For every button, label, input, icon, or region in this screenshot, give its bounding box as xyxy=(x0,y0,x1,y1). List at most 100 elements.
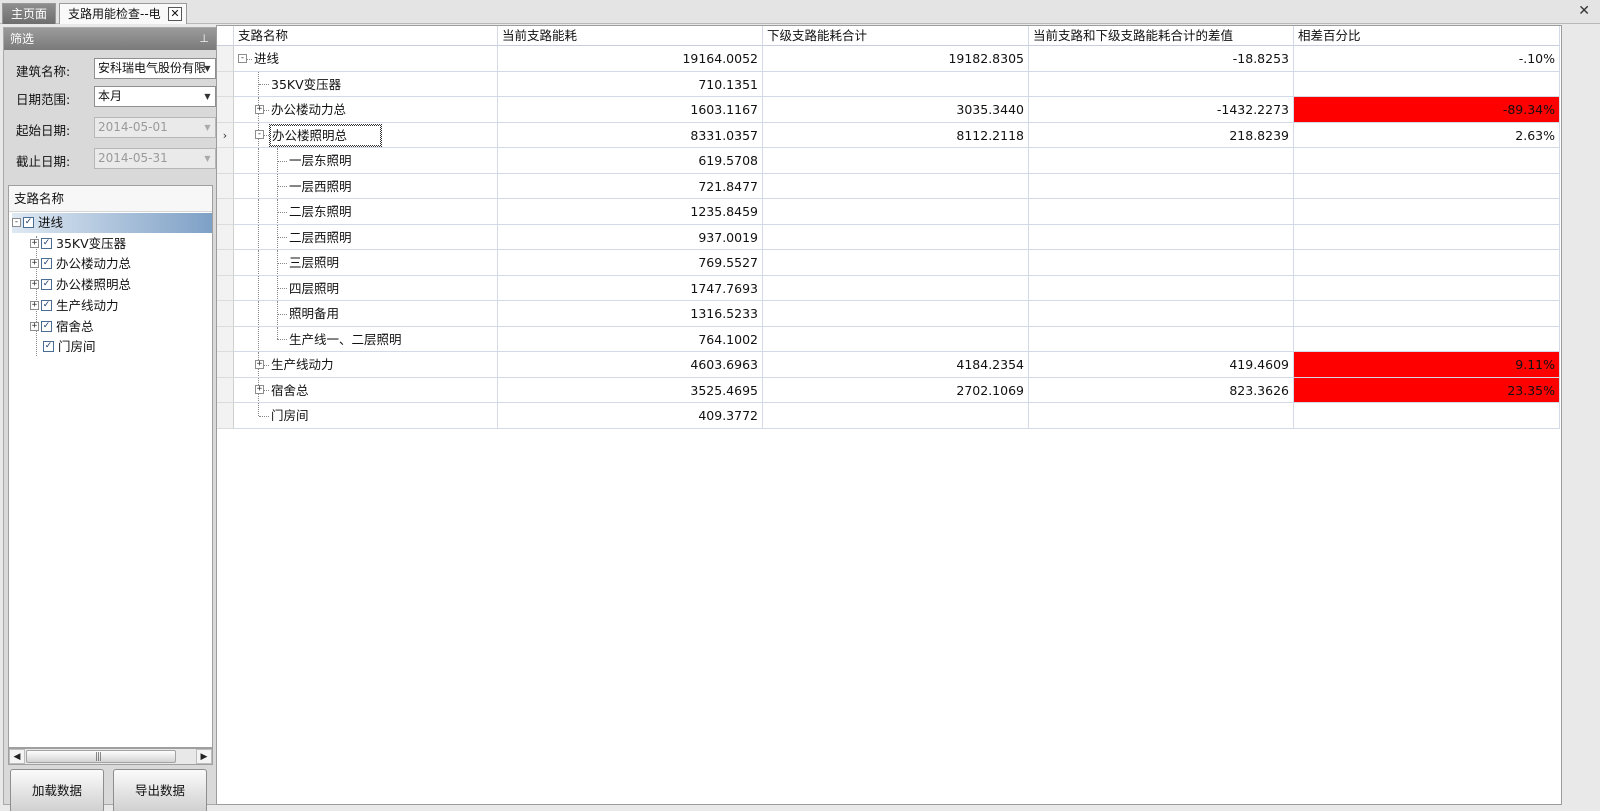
value-cell[interactable] xyxy=(1029,301,1294,327)
col-header-children-sum[interactable]: 下级支路能耗合计 xyxy=(763,26,1029,46)
value-cell[interactable] xyxy=(763,403,1029,429)
tree-horizontal-scrollbar[interactable]: ◀ ||| ▶ xyxy=(8,748,213,765)
value-cell[interactable] xyxy=(1029,224,1294,250)
chevron-down-icon[interactable]: ▼ xyxy=(200,149,215,168)
chevron-down-icon[interactable]: ▼ xyxy=(200,59,215,78)
branch-name-cell[interactable]: 生产线一、二层照明 xyxy=(234,326,498,352)
expand-icon[interactable]: + xyxy=(255,359,264,369)
tree-node[interactable]: ✓ 门房间 xyxy=(30,337,212,357)
date-range-select[interactable]: 本月 ▼ xyxy=(94,86,216,107)
expand-icon[interactable]: + xyxy=(255,104,264,114)
row-indicator[interactable] xyxy=(217,352,234,378)
chevron-down-icon[interactable]: ▼ xyxy=(200,118,215,137)
value-cell[interactable]: 409.3772 xyxy=(498,403,763,429)
value-cell[interactable]: 218.8239 xyxy=(1029,122,1294,148)
percent-cell[interactable] xyxy=(1294,199,1560,225)
building-select[interactable]: 安科瑞电气股份有限 ▼ xyxy=(94,58,216,79)
checkbox-icon[interactable]: ✓ xyxy=(41,320,52,332)
branch-name-cell[interactable]: 门房间 xyxy=(234,403,498,429)
expand-icon[interactable]: + xyxy=(255,385,264,395)
collapse-icon[interactable]: - xyxy=(12,218,21,227)
tab-home[interactable]: 主页面 xyxy=(2,3,56,24)
value-cell[interactable]: 4603.6963 xyxy=(498,352,763,378)
checkbox-icon[interactable]: ✓ xyxy=(41,237,52,249)
value-cell[interactable]: 937.0019 xyxy=(498,224,763,250)
tab-branch-energy-check[interactable]: 支路用能检查--电 ✕ xyxy=(59,3,187,24)
value-cell[interactable]: 19164.0052 xyxy=(498,46,763,72)
tree-node[interactable]: + ✓ 35KV变压器 xyxy=(30,234,212,254)
value-cell[interactable] xyxy=(763,275,1029,301)
row-indicator[interactable] xyxy=(217,224,234,250)
row-indicator[interactable] xyxy=(217,46,234,72)
row-indicator[interactable] xyxy=(217,71,234,97)
value-cell[interactable] xyxy=(763,173,1029,199)
export-data-button[interactable]: 导出数据 xyxy=(113,769,207,811)
col-header-branch-name[interactable]: 支路名称 xyxy=(234,26,498,46)
scrollbar-thumb[interactable]: ||| xyxy=(26,750,176,763)
tree-node[interactable]: + ✓ 办公楼照明总 xyxy=(30,275,212,295)
row-indicator[interactable] xyxy=(217,377,234,403)
tree-node[interactable]: + ✓ 宿舍总 xyxy=(30,317,212,337)
value-cell[interactable] xyxy=(1029,250,1294,276)
value-cell[interactable]: 3525.4695 xyxy=(498,377,763,403)
col-header-percent[interactable]: 相差百分比 xyxy=(1294,26,1560,46)
value-cell[interactable] xyxy=(763,199,1029,225)
value-cell[interactable]: 1747.7693 xyxy=(498,275,763,301)
value-cell[interactable]: 4184.2354 xyxy=(763,352,1029,378)
value-cell[interactable] xyxy=(763,224,1029,250)
row-indicator[interactable] xyxy=(217,403,234,429)
scroll-right-arrow-icon[interactable]: ▶ xyxy=(196,749,212,764)
value-cell[interactable]: 19182.8305 xyxy=(763,46,1029,72)
value-cell[interactable] xyxy=(763,250,1029,276)
checkbox-icon[interactable]: ✓ xyxy=(41,258,52,270)
percent-cell[interactable] xyxy=(1294,173,1560,199)
percent-cell[interactable] xyxy=(1294,326,1560,352)
percent-cell[interactable]: 2.63% xyxy=(1294,122,1560,148)
value-cell[interactable] xyxy=(763,326,1029,352)
chevron-down-icon[interactable]: ▼ xyxy=(200,87,215,106)
value-cell[interactable] xyxy=(763,148,1029,174)
row-indicator[interactable] xyxy=(217,199,234,225)
percent-cell[interactable] xyxy=(1294,301,1560,327)
pin-icon[interactable]: ⊥ xyxy=(199,28,209,50)
end-date-picker[interactable]: 2014-05-31 ▼ xyxy=(94,148,216,169)
expand-icon[interactable]: + xyxy=(30,300,39,310)
value-cell[interactable]: 1316.5233 xyxy=(498,301,763,327)
row-indicator[interactable] xyxy=(217,301,234,327)
expand-icon[interactable]: + xyxy=(30,238,39,248)
col-header-current-energy[interactable]: 当前支路能耗 xyxy=(498,26,763,46)
tree-node[interactable]: + ✓ 办公楼动力总 xyxy=(30,254,212,274)
value-cell[interactable]: 419.4609 xyxy=(1029,352,1294,378)
load-data-button[interactable]: 加载数据 xyxy=(10,769,104,811)
value-cell[interactable]: 1235.8459 xyxy=(498,199,763,225)
value-cell[interactable]: 2702.1069 xyxy=(763,377,1029,403)
value-cell[interactable]: 3035.3440 xyxy=(763,97,1029,123)
branch-name-cell[interactable]: 35KV变压器 xyxy=(234,71,498,97)
value-cell[interactable]: 710.1351 xyxy=(498,71,763,97)
branch-name-cell[interactable]: + 生产线动力 xyxy=(234,352,498,378)
value-cell[interactable] xyxy=(1029,275,1294,301)
percent-cell[interactable]: 9.11% xyxy=(1294,352,1560,378)
tree-node-root[interactable]: - ✓ 进线 xyxy=(12,213,212,233)
value-cell[interactable] xyxy=(1029,199,1294,225)
percent-cell[interactable] xyxy=(1294,275,1560,301)
branch-name-cell[interactable]: + 办公楼动力总 xyxy=(234,97,498,123)
branch-name-cell[interactable]: - 办公楼照明总 xyxy=(234,122,498,148)
percent-cell[interactable] xyxy=(1294,250,1560,276)
percent-cell[interactable]: 23.35% xyxy=(1294,377,1560,403)
value-cell[interactable] xyxy=(1029,71,1294,97)
window-close-icon[interactable]: ✕ xyxy=(1578,3,1590,19)
branch-name-cell[interactable]: 一层西照明 xyxy=(234,173,498,199)
col-header-difference[interactable]: 当前支路和下级支路能耗合计的差值 xyxy=(1029,26,1294,46)
row-indicator[interactable]: › xyxy=(217,122,234,148)
branch-name-cell[interactable]: 三层照明 xyxy=(234,250,498,276)
branch-name-cell[interactable]: 二层东照明 xyxy=(234,199,498,225)
percent-cell[interactable]: -89.34% xyxy=(1294,97,1560,123)
start-date-picker[interactable]: 2014-05-01 ▼ xyxy=(94,117,216,138)
expand-icon[interactable]: + xyxy=(30,280,39,290)
row-indicator[interactable] xyxy=(217,250,234,276)
branch-name-cell[interactable]: + 宿舍总 xyxy=(234,377,498,403)
value-cell[interactable]: 721.8477 xyxy=(498,173,763,199)
value-cell[interactable]: 769.5527 xyxy=(498,250,763,276)
percent-cell[interactable] xyxy=(1294,71,1560,97)
